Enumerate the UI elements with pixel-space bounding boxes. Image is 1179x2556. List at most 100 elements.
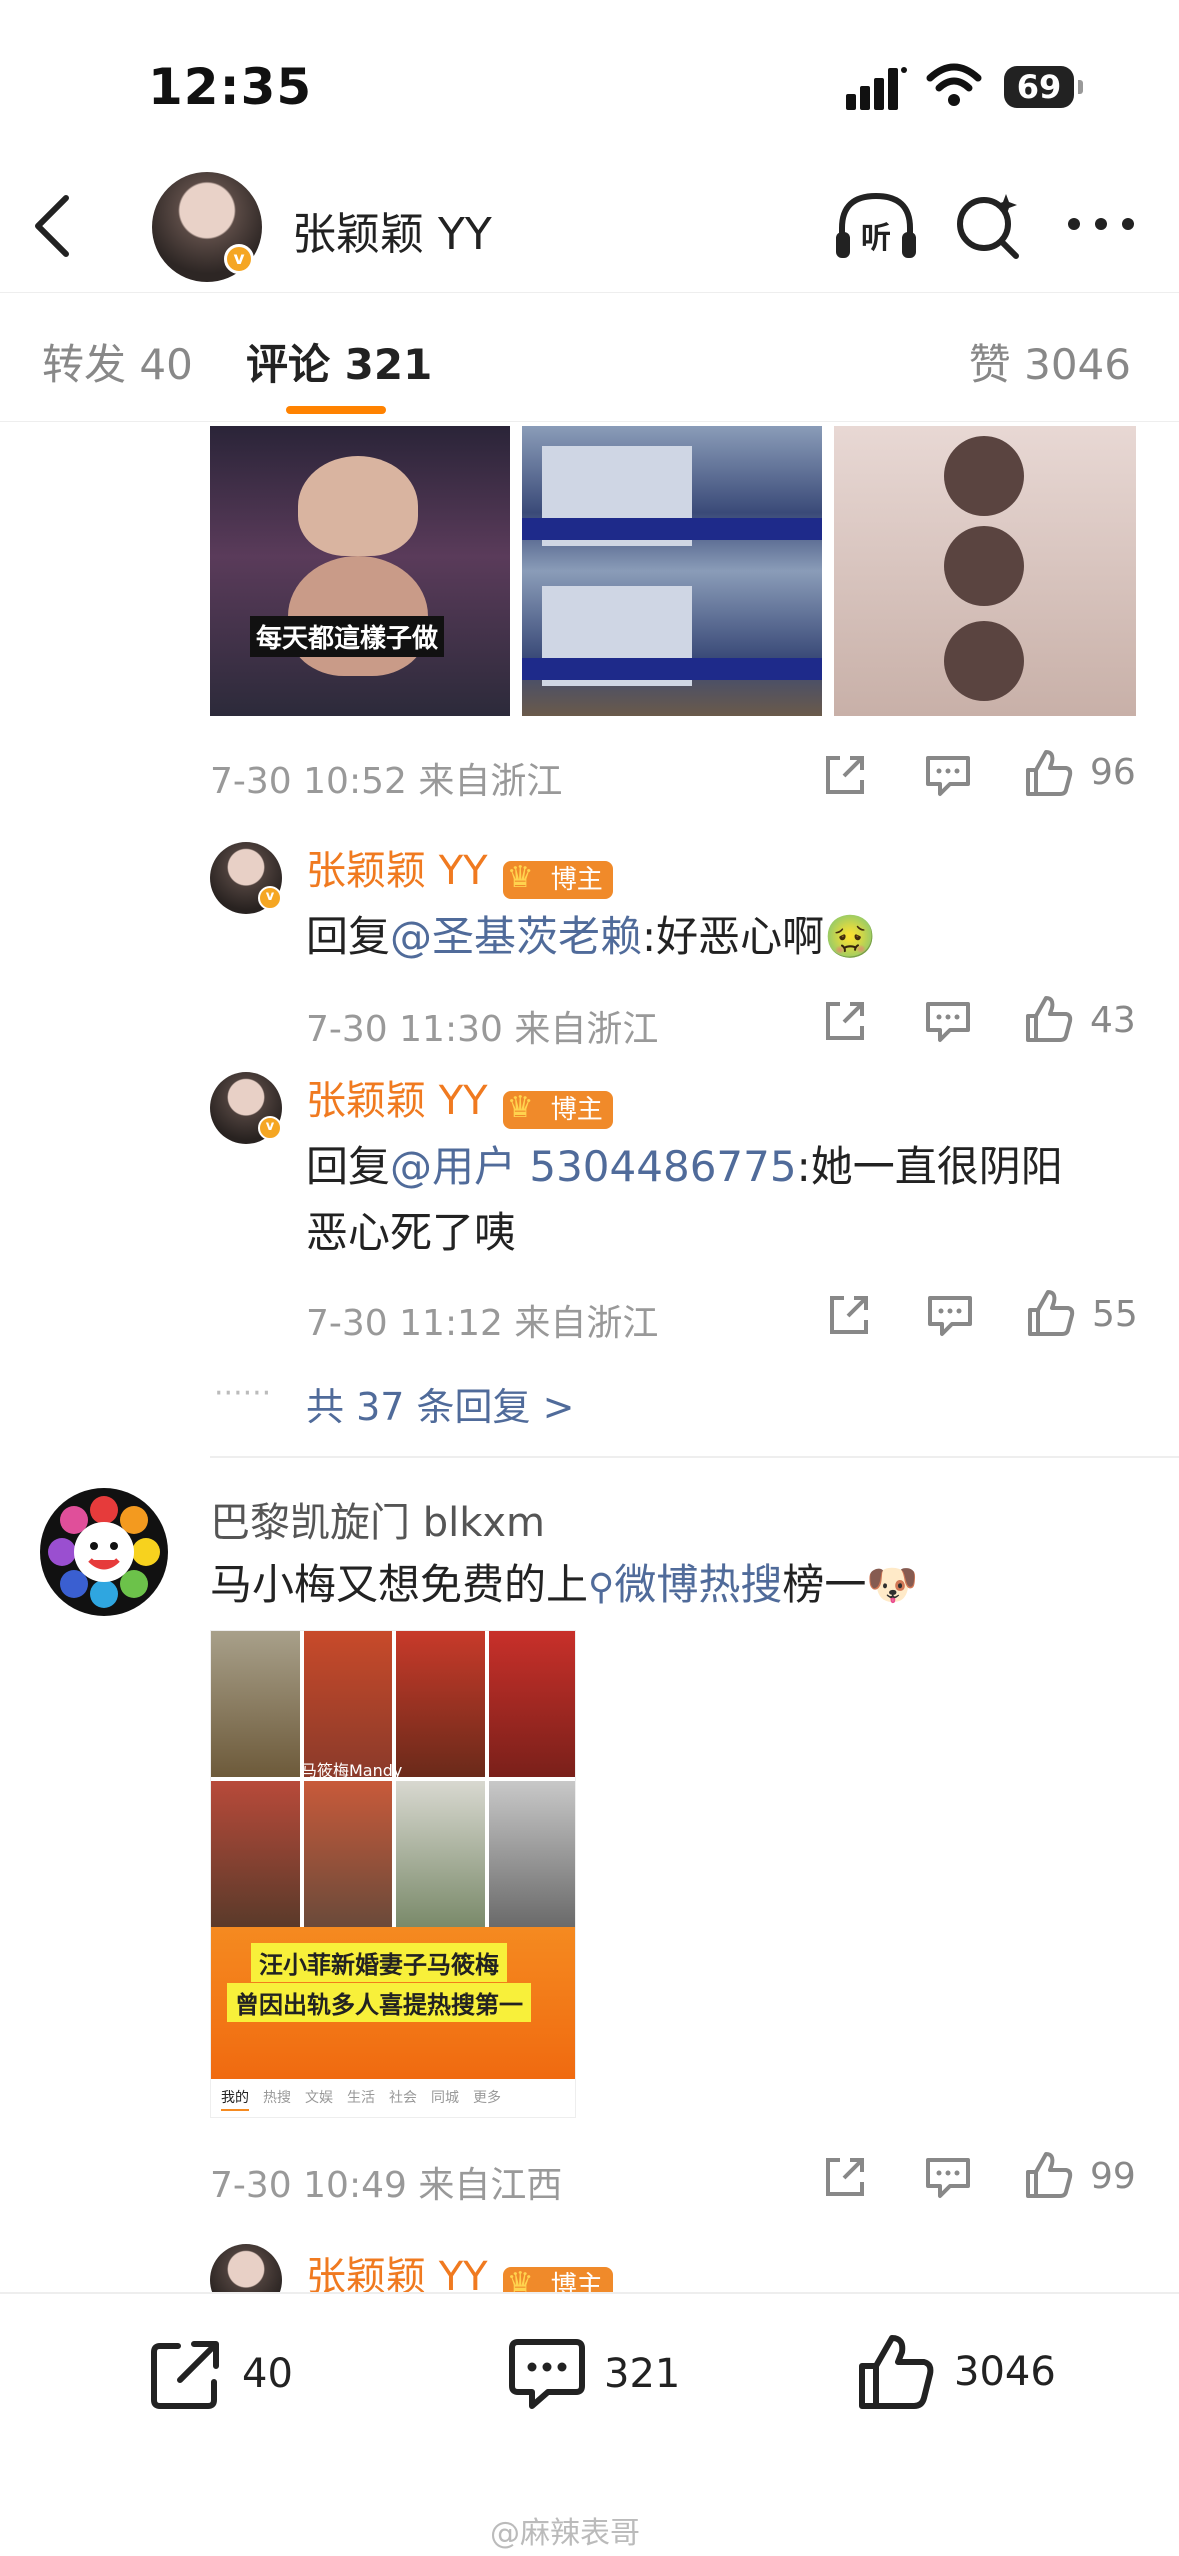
comment-icon[interactable] (924, 752, 972, 798)
reply-meta: 7-30 11:30 来自浙江 (306, 1009, 659, 1050)
verified-badge: v (224, 244, 254, 274)
photo-tile (211, 1631, 300, 1777)
image-nav-item: 更多 (473, 2090, 501, 2106)
share-icon[interactable] (822, 752, 868, 798)
back-arrow-icon[interactable] (30, 194, 80, 258)
listen-icon[interactable]: 听 (834, 190, 918, 266)
cellular-signal-icon (846, 66, 908, 110)
comment-image-3[interactable] (834, 426, 1136, 716)
comment-body: 马小梅又想免费的上 (210, 1560, 589, 1609)
hot-search-label: 微博热搜 (614, 1560, 783, 1609)
reply-author-name[interactable]: 张颖颖 YY (306, 1078, 488, 1124)
comment-button[interactable]: 321 (508, 2336, 680, 2412)
share-icon[interactable] (822, 998, 868, 1044)
like-count: 99 (1090, 2156, 1136, 2197)
reply-body: :她一直很阴阳 (796, 1142, 1063, 1191)
repost-count: 40 (242, 2351, 293, 2397)
share-icon[interactable] (826, 1292, 872, 1338)
tab-reposts-count: 40 (139, 340, 193, 389)
like-count: 96 (1090, 752, 1136, 793)
reply-meta: 7-30 11:12 来自浙江 (306, 1303, 659, 1344)
like-icon[interactable] (1024, 748, 1074, 798)
comment-image-1[interactable]: 每天都這樣子做 (210, 426, 510, 716)
mention-link[interactable]: @圣基茨老赖 (390, 912, 642, 961)
mention-link[interactable]: @用户 5304486775 (390, 1142, 797, 1191)
image-figure (944, 621, 1024, 701)
comment-image[interactable]: 马筱梅Mandy 汪小菲新婚妻子马筱梅 曾因出轨多人喜提热搜第一 我的 热搜 文… (210, 1630, 576, 2118)
tab-likes-label: 赞 (968, 340, 1011, 389)
search-icon: ⚲ (588, 1567, 615, 1608)
image-nav-item: 社会 (389, 2090, 417, 2106)
reply-body: :好恶心啊 (642, 912, 825, 961)
reply-body-line2: 恶心死了咦 (306, 1208, 517, 1257)
image-nav-item: 我的 (221, 2087, 249, 2111)
watermark: @麻辣表哥 (490, 2516, 640, 2551)
image-caption: 每天都這樣子做 (250, 616, 445, 657)
commenter-name[interactable]: 巴黎凯旋门 blkxm (210, 1490, 545, 1548)
status-time: 12:35 (148, 58, 313, 116)
more-icon[interactable] (1066, 214, 1136, 234)
reply-header: 张颖颖 YY ♛ 博主 (306, 838, 613, 899)
verified-badge: v (258, 886, 282, 910)
like-icon[interactable] (1026, 1288, 1076, 1338)
banner-line1: 汪小菲新婚妻子马筱梅 (251, 1943, 507, 1982)
tab-bar: 转发 40 评论 321 赞 3046 (0, 292, 1179, 422)
verified-badge: v (258, 1116, 282, 1140)
comment-icon[interactable] (926, 1292, 974, 1338)
repost-button[interactable]: 40 (148, 2336, 293, 2412)
author-name[interactable]: 张颖颖 YY (292, 198, 492, 262)
comment-icon (508, 2336, 586, 2412)
comment-body: 榜一 (782, 1560, 867, 1609)
like-button[interactable]: 3046 (856, 2332, 1056, 2412)
repost-icon (148, 2336, 224, 2412)
like-count: 43 (1090, 1000, 1136, 1041)
more-replies-link[interactable]: 共 37 条回复 > (306, 1376, 574, 1431)
comment-image-2[interactable] (522, 426, 822, 716)
image-figure (944, 526, 1024, 606)
commenter-avatar[interactable] (40, 1488, 168, 1616)
doge-emoji-icon: 🐶 (866, 1560, 919, 1609)
battery-indicator: 69 (1004, 66, 1083, 108)
image-figure (944, 436, 1024, 516)
comment-text: 马小梅又想免费的上⚲微博热搜榜一🐶 (210, 1552, 919, 1621)
comment-icon[interactable] (924, 998, 972, 1044)
tab-likes-count: 3046 (1024, 340, 1131, 389)
photo-tile (396, 1781, 485, 1927)
reply-header: 张颖颖 YY ♛ 博主 (306, 1068, 613, 1129)
reply-prefix: 回复 (306, 1142, 391, 1191)
image-nav: 我的 热搜 文娱 生活 社会 同城 更多 (211, 2079, 575, 2117)
image-nav-item: 文娱 (305, 2090, 333, 2106)
photo-tile (303, 1631, 392, 1777)
hot-search-link[interactable]: ⚲微博热搜 (588, 1560, 782, 1609)
like-count: 3046 (954, 2349, 1056, 2395)
image-news-bar (522, 518, 822, 540)
more-replies-dots: ······ (214, 1376, 272, 1411)
reply-author-name[interactable]: 张颖颖 YY (306, 848, 488, 894)
tab-likes[interactable]: 赞 3046 (969, 331, 1131, 392)
nauseated-emoji-icon: 🤢 (824, 912, 877, 961)
comment-icon[interactable] (924, 2154, 972, 2200)
image-nav-item: 生活 (347, 2090, 375, 2106)
share-icon[interactable] (822, 2154, 868, 2200)
svg-text:听: 听 (861, 221, 891, 256)
blogger-badge: ♛ 博主 (502, 860, 613, 899)
tab-comments[interactable]: 评论 321 (246, 331, 432, 392)
photo-tile (488, 1631, 575, 1777)
like-count: 55 (1092, 1294, 1138, 1335)
image-news-bar (522, 658, 822, 680)
blogger-badge-label: 博主 (550, 1094, 603, 1125)
photo-tile (303, 1781, 392, 1927)
image-nav-item: 热搜 (263, 2090, 291, 2106)
crown-icon: ♛ (506, 1089, 534, 1125)
image-nav-item: 同城 (431, 2090, 459, 2106)
like-icon[interactable] (1024, 2150, 1074, 2200)
search-icon[interactable] (952, 190, 1024, 262)
tab-reposts[interactable]: 转发 40 (42, 331, 193, 392)
active-tab-indicator (286, 406, 386, 414)
like-icon[interactable] (1024, 994, 1074, 1044)
image-name-tag: 马筱梅Mandy (301, 1761, 403, 1780)
tab-comments-label: 评论 (246, 340, 331, 389)
photo-tile (211, 1781, 300, 1927)
like-icon (856, 2332, 936, 2412)
image-figure (298, 456, 418, 556)
